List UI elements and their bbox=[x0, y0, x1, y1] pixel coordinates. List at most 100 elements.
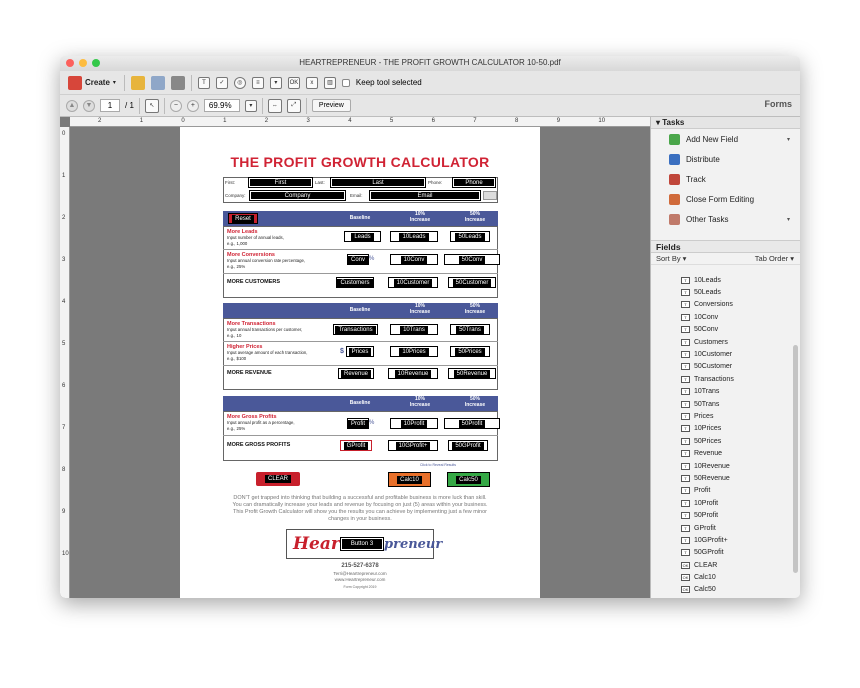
page-title: THE PROFIT GROWTH CALCULATOR bbox=[230, 154, 490, 170]
gprofit-field[interactable]: GProfit bbox=[340, 440, 372, 451]
task-track[interactable]: Track bbox=[651, 169, 800, 189]
checkbox-tool-icon[interactable]: ✓ bbox=[215, 76, 228, 89]
task-distribute[interactable]: Distribute bbox=[651, 149, 800, 169]
radio-tool-icon[interactable]: ◎ bbox=[233, 76, 246, 89]
field-list-item[interactable]: T 50Customer bbox=[651, 361, 790, 373]
field-list-item[interactable]: T 10Prices bbox=[651, 423, 790, 435]
50leads-field[interactable]: 50Leads bbox=[450, 231, 490, 242]
field-list-item[interactable]: T 10GProfit+ bbox=[651, 534, 790, 546]
zoom-out-icon[interactable]: − bbox=[169, 99, 182, 112]
signature-tool-icon[interactable]: x bbox=[305, 76, 318, 89]
sort-row[interactable]: Sort By ▾ Tab Order ▾ bbox=[651, 253, 800, 265]
field-list-item[interactable]: T Transactions bbox=[651, 373, 790, 385]
company-field[interactable]: Company bbox=[249, 190, 346, 201]
calc10-button[interactable]: Calc10 bbox=[388, 472, 431, 487]
calc50-button[interactable]: Calc50 bbox=[447, 472, 490, 487]
fields-list[interactable]: T 10Leads T 50Leads T Conversions T 10Conv T 50Co… bbox=[651, 274, 790, 598]
document-area[interactable]: 2 1 0 1 2 3 4 5 6 7 8 9 10 0 1 2 3 4 5 6 7 8 9 10 THE PROFIT G… bbox=[60, 117, 650, 598]
task-other-tasks[interactable]: Other Tasks ▾ bbox=[651, 209, 800, 229]
field-list-item[interactable]: OK CLEAR bbox=[651, 559, 790, 571]
50profit-field[interactable]: 50Profit bbox=[444, 418, 500, 429]
10prices-field[interactable]: 10Prices bbox=[390, 346, 438, 357]
keep-tool-checkbox[interactable] bbox=[341, 78, 350, 87]
zoom-dropdown-icon[interactable]: ▾ bbox=[244, 99, 257, 112]
field-list-item[interactable]: T 10Leads bbox=[651, 274, 790, 286]
field-list-item[interactable]: T 10Revenue bbox=[651, 460, 790, 472]
dropdown-tool-icon[interactable]: ▾ bbox=[269, 76, 282, 89]
field-list-item[interactable]: T Profit bbox=[651, 485, 790, 497]
field-list-item[interactable]: T Revenue bbox=[651, 447, 790, 459]
50prices-field[interactable]: 50Prices bbox=[450, 346, 490, 357]
phone-field[interactable]: Phone bbox=[452, 177, 496, 188]
fields-scrollbar[interactable] bbox=[793, 345, 798, 573]
tab-order-dropdown[interactable]: Tab Order ▾ bbox=[755, 254, 794, 263]
field-list-item[interactable]: T 10Trans bbox=[651, 386, 790, 398]
10revenue-field[interactable]: 10Revenue bbox=[388, 368, 438, 379]
page-down-icon[interactable]: ▼ bbox=[83, 99, 95, 112]
barcode-tool-icon[interactable]: ▥ bbox=[323, 76, 336, 89]
create-button[interactable]: Create ▾ bbox=[66, 75, 118, 91]
10customer-field[interactable]: 10Customer bbox=[388, 277, 438, 288]
prices-field[interactable]: Prices bbox=[346, 346, 374, 357]
field-list-item[interactable]: T 50Revenue bbox=[651, 472, 790, 484]
revenue-field[interactable]: Revenue bbox=[338, 368, 374, 379]
print-icon[interactable] bbox=[170, 75, 185, 90]
ruler-v-label: 3 bbox=[62, 257, 66, 263]
reset-button[interactable]: Reset bbox=[228, 213, 258, 224]
clear-button[interactable]: CLEAR bbox=[256, 472, 300, 486]
open-folder-icon[interactable] bbox=[130, 75, 145, 90]
select-tool-icon[interactable]: ↖ bbox=[144, 98, 159, 113]
field-list-item[interactable]: T 50GProfit bbox=[651, 547, 790, 559]
50revenue-field[interactable]: 50Revenue bbox=[448, 368, 496, 379]
first-field[interactable]: First bbox=[248, 177, 313, 188]
transactions-field[interactable]: Transactions bbox=[333, 324, 378, 335]
profit-field[interactable]: Profit bbox=[347, 418, 369, 429]
text-field-tool-icon[interactable]: T bbox=[197, 76, 210, 89]
50customer-field[interactable]: 50Customer bbox=[448, 277, 496, 288]
save-icon[interactable] bbox=[150, 75, 165, 90]
customers-field[interactable]: Customers bbox=[336, 277, 374, 288]
field-list-item[interactable]: T 10Profit bbox=[651, 497, 790, 509]
field-list-item[interactable]: OK Calc50 bbox=[651, 584, 790, 596]
zoom-level-input[interactable]: 69.9% bbox=[203, 99, 240, 112]
page-up-icon[interactable]: ▲ bbox=[66, 99, 78, 112]
field-list-item[interactable]: T Customers bbox=[651, 336, 790, 348]
10conv-field[interactable]: 10Conv bbox=[390, 254, 438, 265]
field-list-item[interactable]: T 50Prices bbox=[651, 435, 790, 447]
10trans-field[interactable]: 10Trans bbox=[390, 324, 438, 335]
zoom-in-icon[interactable]: + bbox=[186, 99, 199, 112]
leads-field[interactable]: Leads bbox=[344, 231, 381, 242]
field-list-item[interactable]: T 50Trans bbox=[651, 398, 790, 410]
field-list-item[interactable]: T 50Conv bbox=[651, 324, 790, 336]
email-field[interactable]: Email bbox=[369, 190, 481, 201]
fit-page-icon[interactable]: ⤢ bbox=[286, 98, 301, 113]
last-field[interactable]: Last bbox=[330, 177, 426, 188]
list-box-tool-icon[interactable]: ≡ bbox=[251, 76, 264, 89]
field-list-item[interactable]: T 50Profit bbox=[651, 509, 790, 521]
conv-field[interactable]: Conv bbox=[347, 254, 369, 265]
page-number-input[interactable]: 1 bbox=[100, 99, 120, 112]
preview-button[interactable]: Preview bbox=[311, 99, 351, 112]
tasks-header[interactable]: ▾ Tasks bbox=[651, 117, 800, 129]
button-3[interactable]: Button 3 bbox=[340, 537, 384, 551]
button-tool-icon[interactable]: OK bbox=[287, 76, 300, 89]
text-field-icon: T bbox=[681, 363, 690, 371]
footer-email: Terri@Heartrepreneur.com bbox=[333, 571, 387, 576]
task-add-new-field[interactable]: Add New Field ▾ bbox=[651, 129, 800, 149]
field-list-item[interactable]: OK Calc10 bbox=[651, 571, 790, 583]
10leads-field[interactable]: 10Leads bbox=[390, 231, 438, 242]
field-list-item[interactable]: T Conversions bbox=[651, 299, 790, 311]
field-list-item[interactable]: T 10Customer bbox=[651, 348, 790, 360]
sort-by-dropdown[interactable]: Sort By ▾ bbox=[656, 254, 686, 263]
10gprofit-field[interactable]: 10GProfit+ bbox=[388, 440, 438, 451]
task-close-form-editing[interactable]: Close Form Editing bbox=[651, 189, 800, 209]
50conv-field[interactable]: 50Conv bbox=[444, 254, 500, 265]
field-list-item[interactable]: T Prices bbox=[651, 410, 790, 422]
field-list-item[interactable]: T 50Leads bbox=[651, 286, 790, 298]
10profit-field[interactable]: 10Profit bbox=[390, 418, 438, 429]
field-list-item[interactable]: T 10Conv bbox=[651, 311, 790, 323]
50trans-field[interactable]: 50Trans bbox=[450, 324, 490, 335]
50gprofit-field[interactable]: 50GProfit bbox=[448, 440, 488, 451]
field-list-item[interactable]: T GProfit bbox=[651, 522, 790, 534]
fit-width-icon[interactable]: ⇔ bbox=[267, 98, 282, 113]
